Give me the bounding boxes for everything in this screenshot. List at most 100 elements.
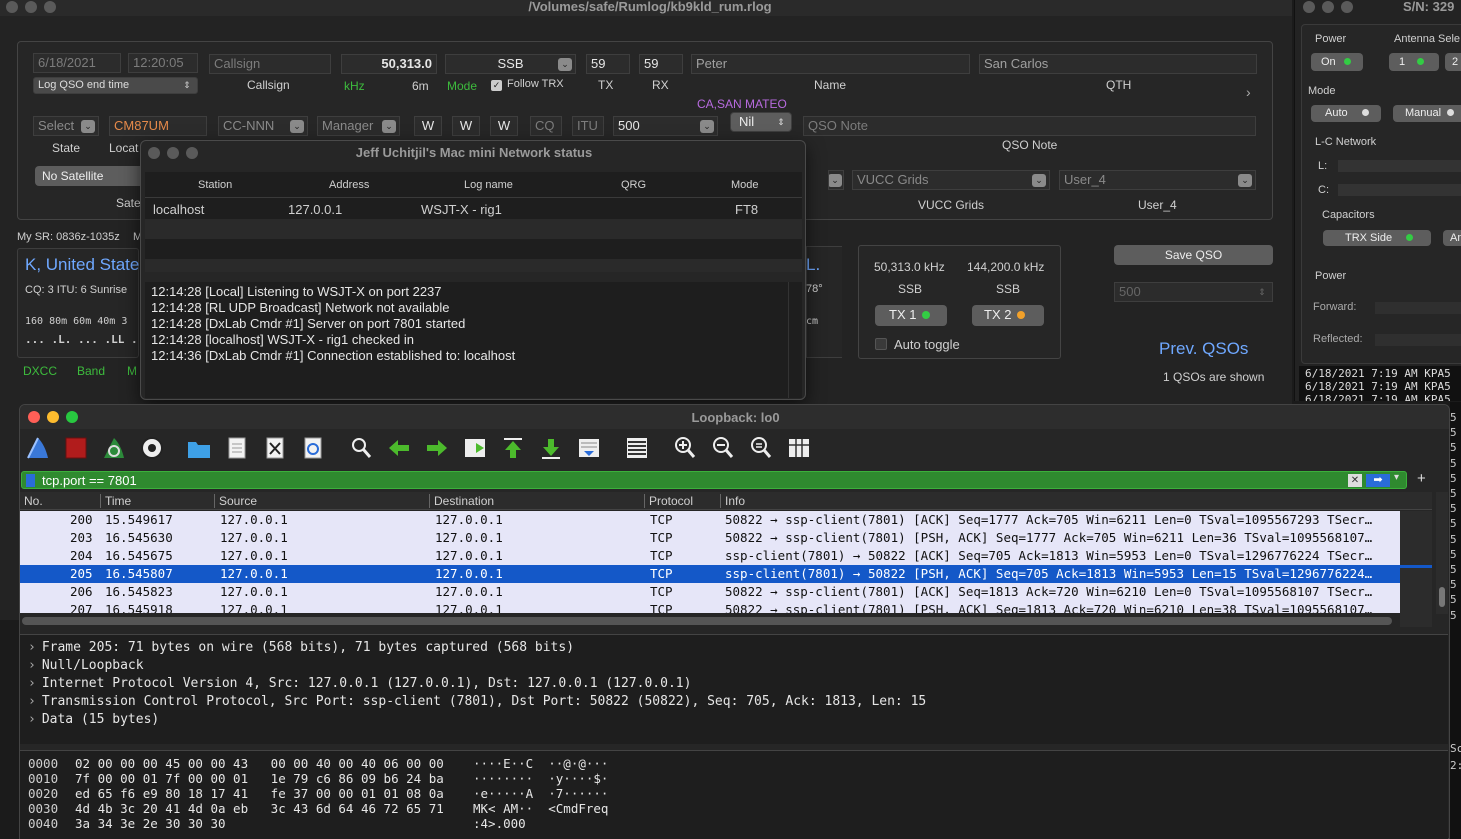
save-qso-button[interactable]: Save QSO — [1114, 245, 1273, 265]
resize-columns-icon[interactable] — [786, 435, 812, 461]
colorize-icon[interactable] — [624, 435, 650, 461]
itu-zone-input[interactable]: ITU — [572, 116, 604, 136]
locator-input[interactable]: CM87UM — [109, 116, 207, 136]
antenna-1-button[interactable]: 1 — [1389, 53, 1439, 71]
log-end-select[interactable]: Log QSO end time ⇕ — [33, 77, 198, 94]
details-row[interactable]: › Null/Loopback — [28, 657, 926, 675]
chevron-right-icon[interactable]: › — [28, 712, 36, 727]
search-icon[interactable] — [348, 435, 374, 461]
col-no[interactable]: No. — [24, 494, 43, 508]
packet-row[interactable]: 206 16.545823 127.0.0.1 127.0.0.1 TCP 50… — [20, 583, 1400, 601]
time-field[interactable]: 12:20:05 — [128, 53, 198, 73]
col-qrg[interactable]: QRG — [621, 179, 646, 191]
packet-row-selected[interactable]: 205 16.545807 127.0.0.1 127.0.0.1 TCP ss… — [20, 565, 1400, 583]
nil-select[interactable]: Nil ⇕ — [730, 112, 792, 132]
packet-row[interactable]: 204 16.545675 127.0.0.1 127.0.0.1 TCP ss… — [20, 547, 1400, 565]
col-mode[interactable]: Mode — [731, 179, 759, 191]
w-toggle-2[interactable]: W — [452, 116, 480, 136]
clear-filter-icon[interactable]: ✕ — [1348, 474, 1362, 487]
band-tab[interactable]: Band — [77, 364, 105, 378]
name-input[interactable]: Peter — [691, 54, 970, 74]
packet-list-scrollbar[interactable] — [1436, 492, 1448, 614]
col-info[interactable]: Info — [720, 494, 745, 508]
bookmark-icon[interactable] — [26, 474, 35, 487]
hex-ascii[interactable]: ····E··C ··@·@··· ········ ·y····$· ·e····… — [473, 756, 608, 831]
close-file-icon[interactable] — [262, 435, 288, 461]
details-row[interactable]: › Frame 205: 71 bytes on wire (568 bits),… — [28, 639, 926, 657]
auto-toggle-checkbox[interactable] — [875, 338, 887, 350]
no-satellite-select[interactable]: No Satellite — [35, 166, 155, 186]
go-forward-icon[interactable] — [424, 435, 450, 461]
window-controls[interactable] — [1303, 1, 1360, 16]
zoom-out-icon[interactable] — [710, 435, 736, 461]
stop-capture-icon[interactable] — [63, 435, 89, 461]
restart-capture-icon[interactable] — [101, 435, 127, 461]
rst-tx-input[interactable]: 59 — [586, 54, 630, 74]
m-tab[interactable]: M — [127, 364, 137, 378]
col-station[interactable]: Station — [198, 179, 232, 191]
follow-trx-checkbox[interactable]: ✓ — [491, 80, 502, 91]
horizontal-scrollbar[interactable] — [22, 617, 1392, 625]
details-row[interactable]: › Internet Protocol Version 4, Src: 127.0… — [28, 675, 926, 693]
qth-input[interactable]: San Carlos — [979, 54, 1257, 74]
frequency-input[interactable]: 50,313.0 — [341, 54, 437, 74]
chevron-down-icon[interactable]: ⌄ — [828, 170, 844, 190]
mode-select[interactable]: SSB ⌄ — [445, 54, 576, 74]
dxcc-tab[interactable]: DXCC — [23, 364, 57, 378]
window-controls[interactable] — [6, 1, 63, 16]
chevron-right-icon[interactable]: › — [28, 640, 36, 655]
auto-scroll-icon[interactable] — [576, 435, 602, 461]
col-source[interactable]: Source — [214, 494, 257, 508]
apply-filter-icon[interactable]: ➡ — [1366, 474, 1390, 487]
auto-mode-toggle[interactable]: Auto — [1311, 105, 1381, 122]
manual-mode-toggle[interactable]: Manual — [1393, 105, 1461, 122]
tx2-button[interactable]: TX 2 — [972, 305, 1044, 326]
details-row[interactable]: › Data (15 bytes) — [28, 711, 926, 729]
col-destination[interactable]: Destination — [429, 494, 494, 508]
go-to-packet-icon[interactable] — [462, 435, 488, 461]
qso-note-input[interactable]: QSO Note — [803, 116, 1256, 136]
add-filter-button[interactable]: + — [1417, 470, 1426, 487]
chevron-right-icon[interactable]: › — [28, 694, 36, 709]
trx-side-toggle[interactable]: TRX Side — [1323, 230, 1431, 246]
power-on-toggle[interactable]: On — [1311, 53, 1363, 71]
w-toggle-3[interactable]: W — [490, 116, 518, 136]
packet-row[interactable]: 203 16.545630 127.0.0.1 127.0.0.1 TCP 50… — [20, 529, 1400, 547]
user4-select[interactable]: User_4 ⌄ — [1059, 170, 1256, 190]
go-back-icon[interactable] — [386, 435, 412, 461]
save-file-icon[interactable] — [224, 435, 250, 461]
packet-list-minimap[interactable] — [1400, 511, 1432, 627]
ant-side-toggle[interactable]: An — [1443, 230, 1461, 246]
rst-rx-input[interactable]: 59 — [639, 54, 683, 74]
normal-size-icon[interactable] — [748, 435, 774, 461]
w-toggle-1[interactable]: W — [414, 116, 442, 136]
packet-row[interactable]: 207 16.545918 127.0.0.1 127.0.0.1 TCP 50… — [20, 601, 1400, 613]
chevron-down-icon[interactable]: ▾ — [1394, 472, 1399, 483]
start-capture-icon[interactable] — [25, 435, 51, 461]
cq-zone-input[interactable]: CQ — [530, 116, 562, 136]
hex-bytes[interactable]: 02 00 00 00 45 00 00 43 00 00 40 00 40 0… — [75, 756, 444, 831]
vucc-select[interactable]: VUCC Grids ⌄ — [852, 170, 1050, 190]
col-address[interactable]: Address — [329, 179, 369, 191]
scrollbar-thumb[interactable] — [1439, 587, 1445, 607]
manager-select[interactable]: Manager ⌄ — [317, 116, 400, 136]
antenna-2-button[interactable]: 2 — [1445, 53, 1461, 71]
date-field[interactable]: 6/18/2021 — [33, 53, 121, 73]
scrollbar[interactable] — [788, 282, 802, 398]
power-select[interactable]: 500 ⌄ — [613, 116, 718, 136]
tx1-button[interactable]: TX 1 — [875, 305, 947, 326]
last-packet-icon[interactable] — [538, 435, 564, 461]
open-file-icon[interactable] — [186, 435, 212, 461]
power-level-select[interactable]: 500 ⇕ — [1114, 282, 1273, 302]
callsign-input[interactable]: Callsign — [209, 54, 331, 74]
cc-select[interactable]: CC-NNN ⌄ — [218, 116, 308, 136]
capture-options-icon[interactable] — [139, 435, 165, 461]
reload-icon[interactable] — [300, 435, 326, 461]
details-row[interactable]: › Transmission Control Protocol, Src Port… — [28, 693, 926, 711]
chevron-right-icon[interactable]: › — [28, 658, 36, 673]
chevron-right-icon[interactable]: › — [1246, 84, 1251, 100]
col-protocol[interactable]: Protocol — [644, 494, 693, 508]
table-row[interactable]: localhost 127.0.0.1 WSJT-X - rig1 FT8 — [145, 199, 802, 219]
state-select[interactable]: Select ⌄ — [33, 116, 99, 136]
display-filter-bar[interactable]: tcp.port == 7801 ✕ ➡ ▾ — [21, 471, 1407, 489]
